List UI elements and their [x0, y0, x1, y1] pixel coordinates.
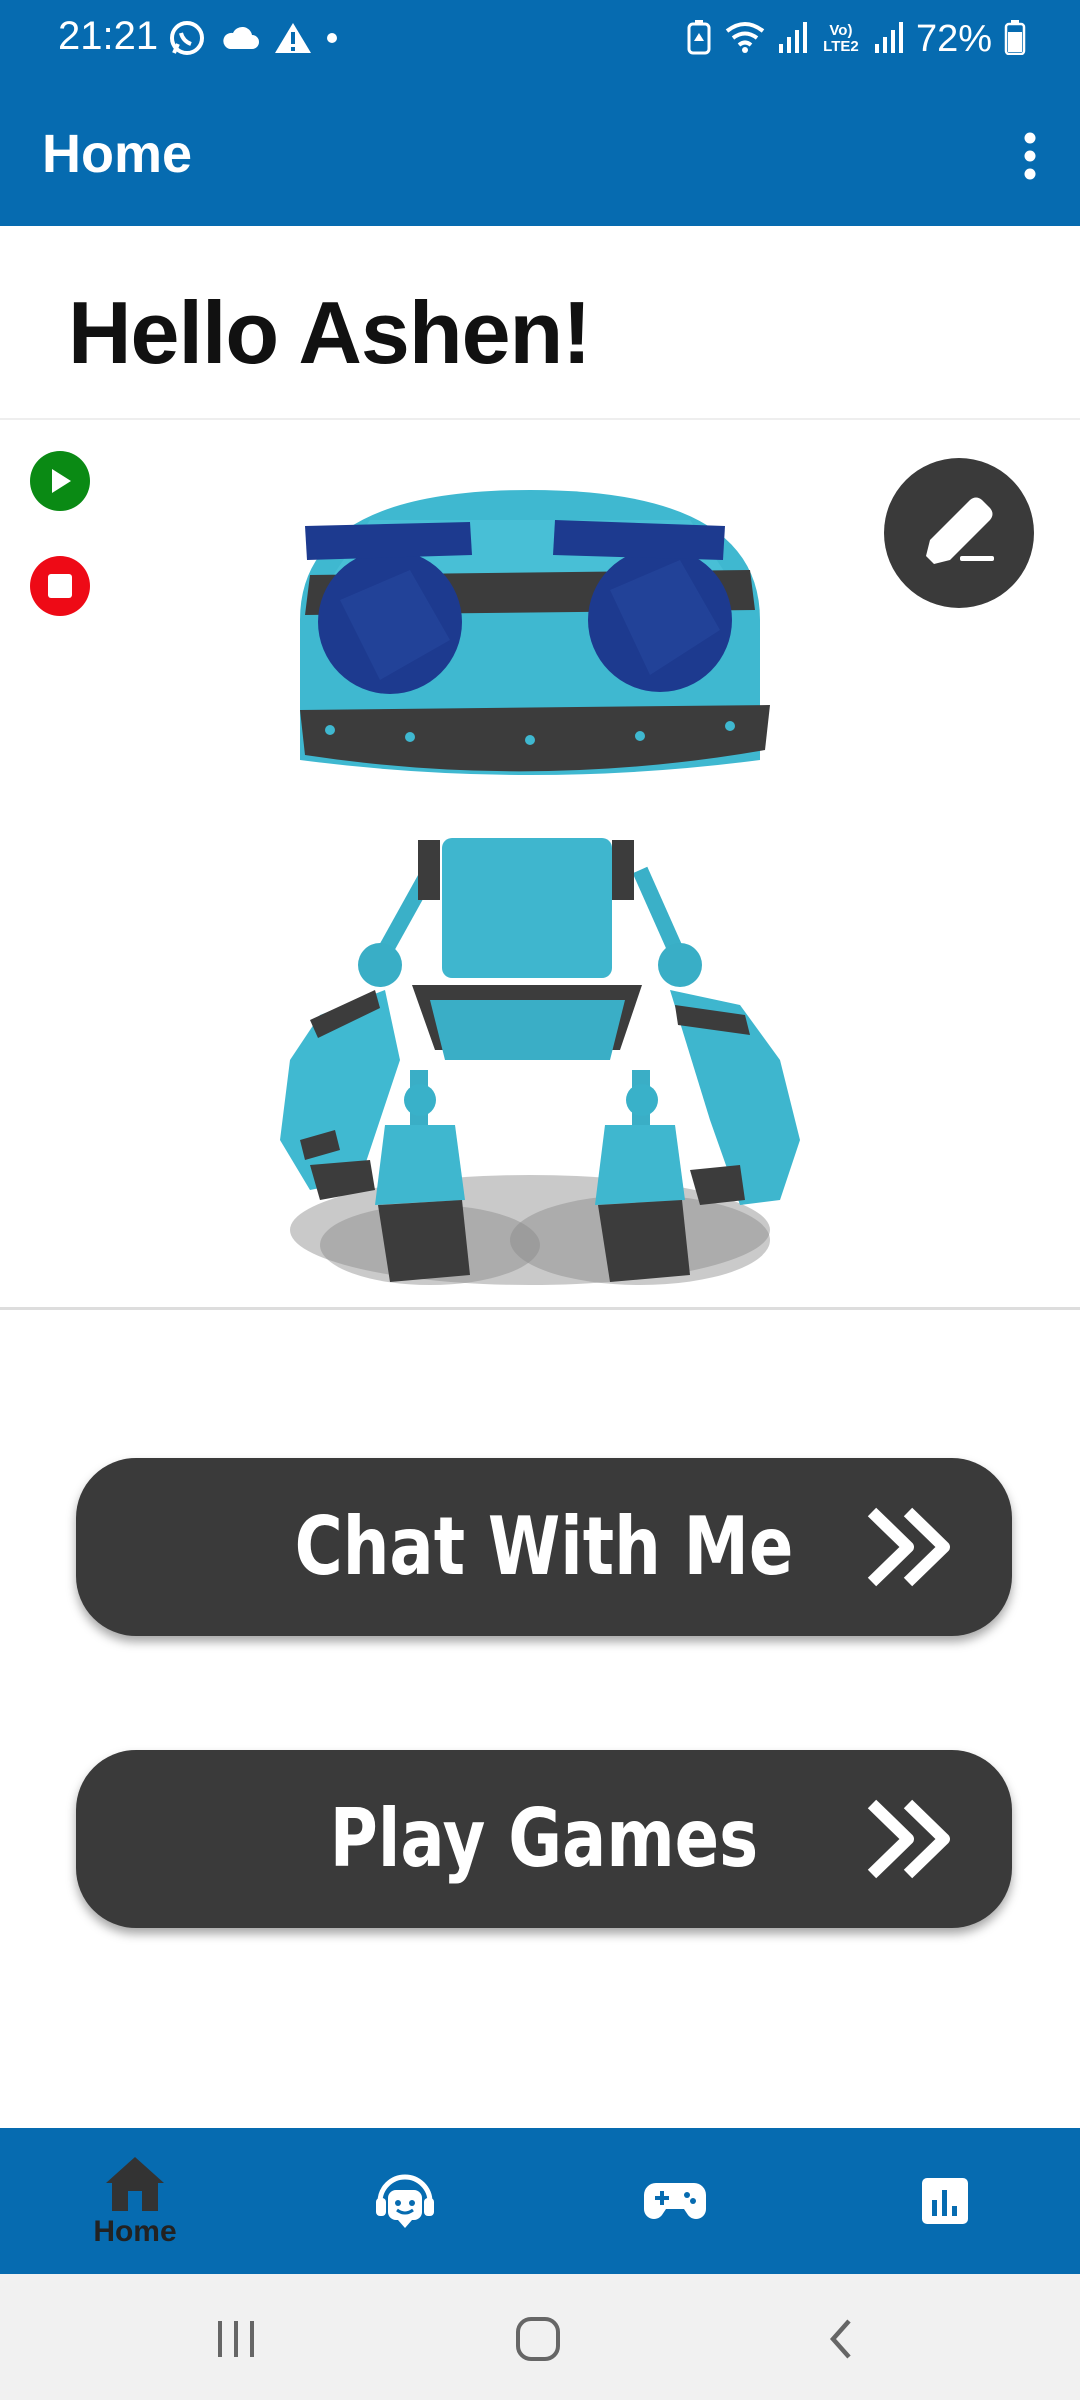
- page-title: Home: [42, 124, 193, 184]
- battery-saver-icon: [686, 19, 712, 60]
- greeting-text: Hello Ashen!: [68, 283, 592, 382]
- chat-button-label: Chat With Me: [294, 1500, 794, 1593]
- home-circle-icon: [516, 2317, 560, 2361]
- warning-icon: [274, 21, 312, 60]
- double-chevron-right-icon: [867, 1799, 950, 1879]
- stats-icon: [922, 2178, 968, 2224]
- status-bar: 21:21 Vo) LTE2 72%: [0, 0, 1080, 78]
- nav-item-games[interactable]: [540, 2128, 810, 2274]
- volte-icon: Vo) LTE2: [823, 22, 859, 55]
- system-home-button[interactable]: [498, 2304, 578, 2374]
- status-left-icons: [168, 18, 338, 62]
- nav-item-home[interactable]: Home: [0, 2128, 270, 2274]
- nav-item-chat[interactable]: [270, 2128, 540, 2274]
- signal-icon-2: [874, 20, 904, 59]
- back-button[interactable]: [800, 2304, 880, 2374]
- wifi-icon: [724, 19, 766, 60]
- status-time: 21:21: [58, 14, 159, 58]
- play-icon: [52, 469, 71, 493]
- gamepad-icon: [644, 2183, 706, 2219]
- signal-icon: [778, 20, 808, 59]
- battery-icon: [1004, 19, 1026, 60]
- play-games-button[interactable]: Play Games: [76, 1750, 1012, 1928]
- play-button[interactable]: [30, 451, 90, 511]
- nav-label-home: Home: [93, 2215, 177, 2248]
- nav-item-stats[interactable]: [810, 2128, 1080, 2274]
- dot-icon: [326, 31, 338, 49]
- app-bar: Home: [0, 78, 1080, 226]
- recents-icon: [218, 2321, 254, 2357]
- stop-icon: [48, 574, 72, 598]
- bottom-navigation: Home: [0, 2128, 1080, 2274]
- overflow-menu-button[interactable]: [994, 116, 1066, 196]
- pencil-icon: [926, 497, 994, 564]
- greeting-section: Hello Ashen!: [0, 226, 1080, 420]
- stop-button[interactable]: [30, 556, 90, 616]
- system-navigation-bar: [0, 2274, 1080, 2400]
- games-button-label: Play Games: [329, 1792, 759, 1885]
- more-vertical-icon: [1024, 132, 1036, 180]
- recents-button[interactable]: [196, 2304, 276, 2374]
- double-chevron-right-icon: [867, 1507, 950, 1587]
- robot-viewer[interactable]: [0, 420, 1080, 1310]
- status-right-icons: Vo) LTE2 72%: [686, 14, 1026, 64]
- battery-percent: 72%: [915, 17, 992, 60]
- back-icon: [829, 2319, 851, 2359]
- robot-model: [280, 490, 800, 1285]
- cloud-icon: [220, 23, 260, 58]
- whatsapp-icon: [168, 19, 206, 62]
- edit-button[interactable]: [884, 458, 1034, 608]
- home-icon: [106, 2157, 164, 2211]
- chat-with-me-button[interactable]: Chat With Me: [76, 1458, 1012, 1636]
- chat-bot-icon: [376, 2174, 434, 2228]
